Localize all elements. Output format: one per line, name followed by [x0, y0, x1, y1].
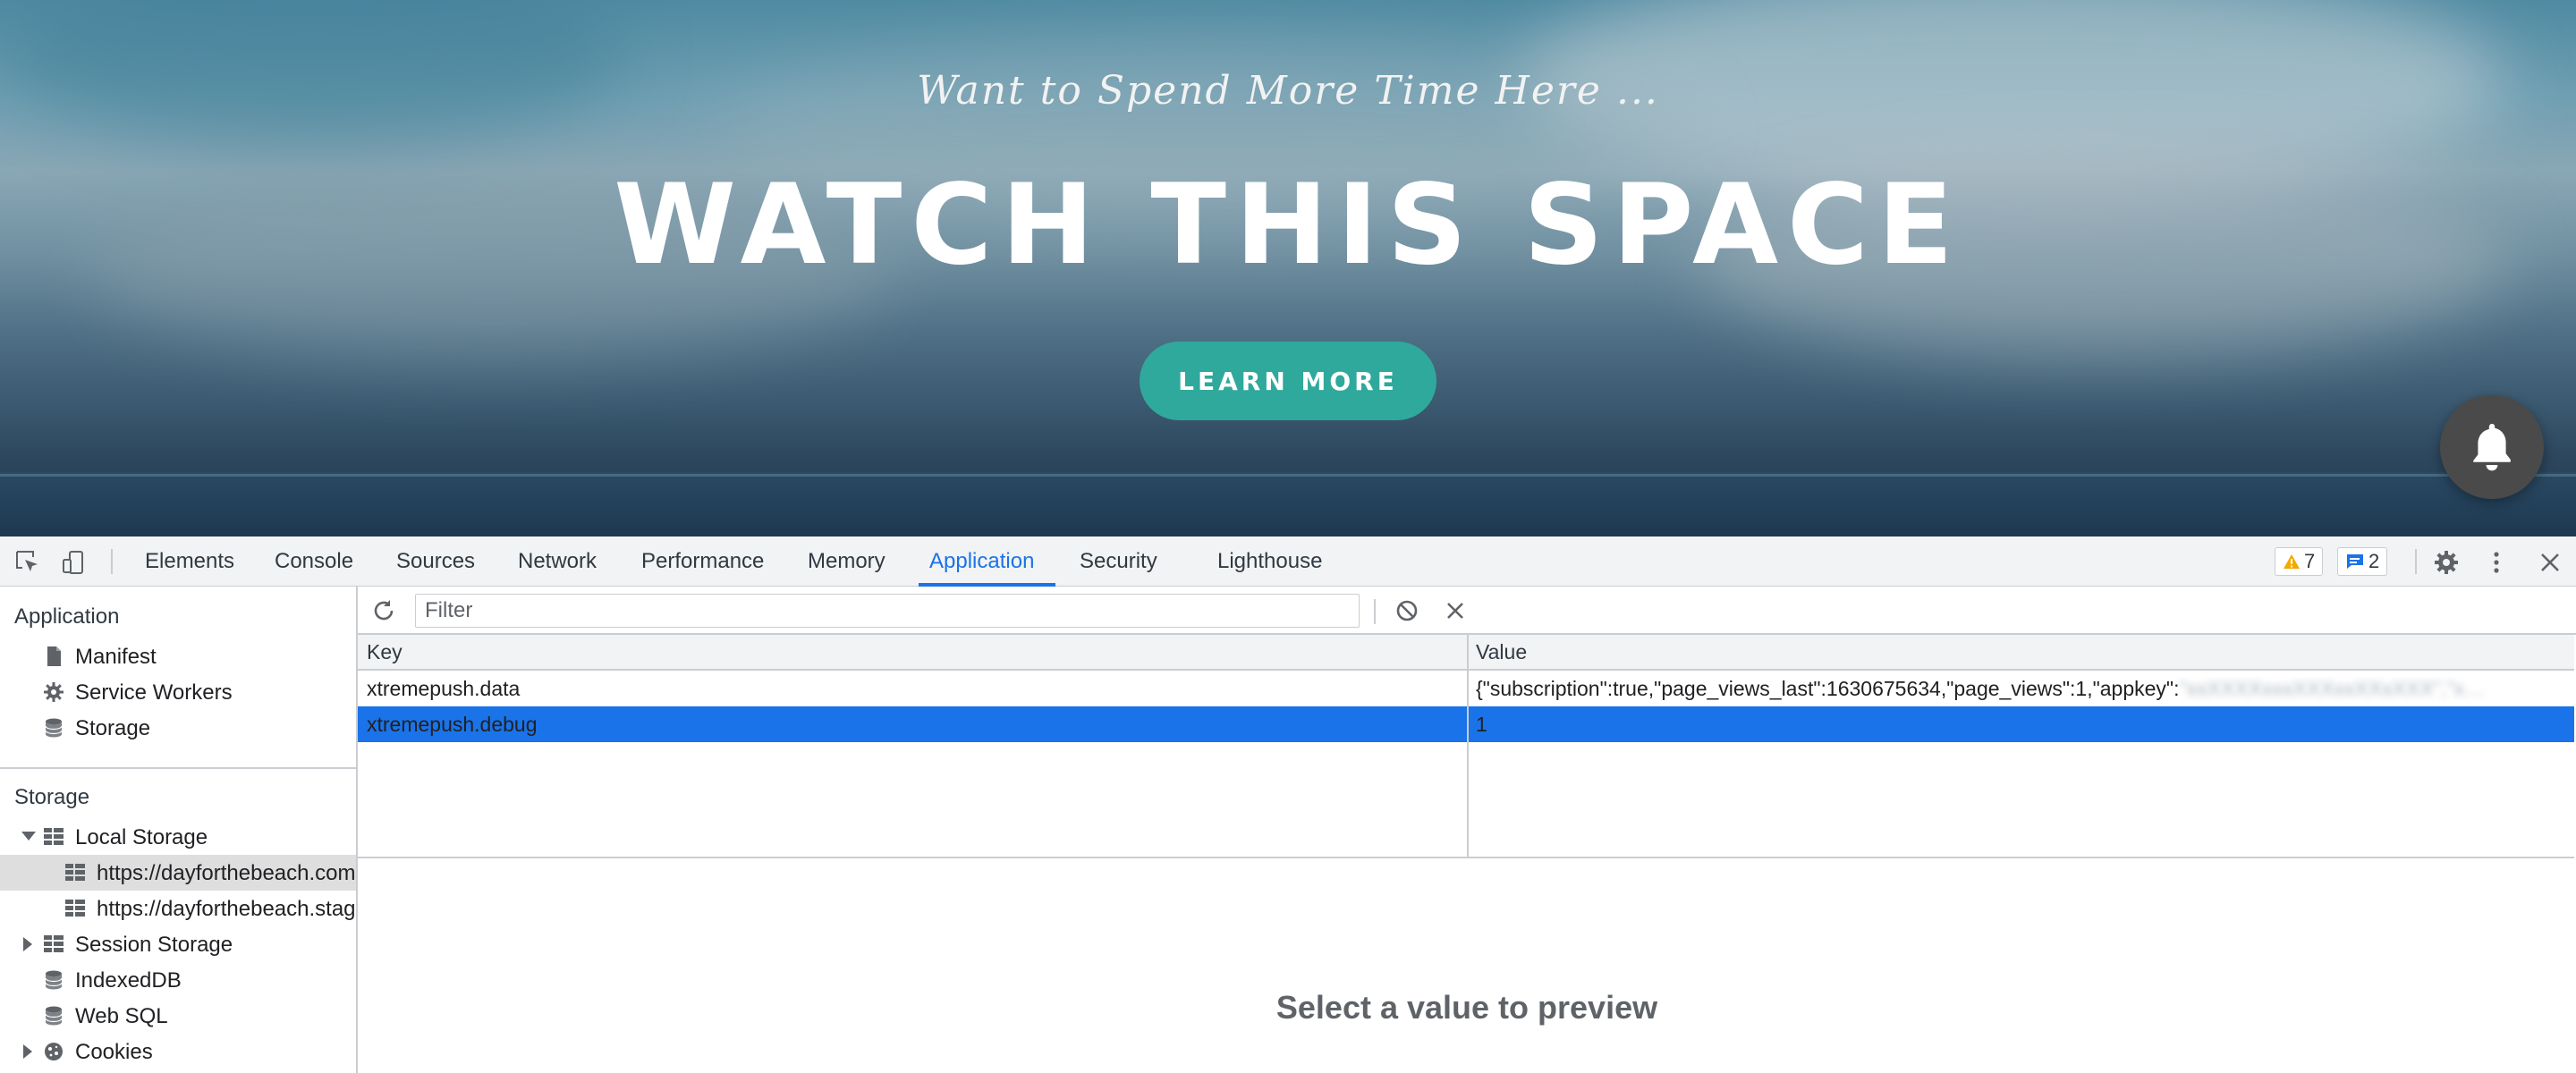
sidebar-item-web-sql[interactable]: Web SQL [0, 998, 356, 1034]
sidebar-item-label: Manifest [75, 645, 157, 669]
messages-badge[interactable]: 2 [2337, 547, 2388, 576]
sidebar-item-cookies[interactable]: Cookies [0, 1034, 356, 1069]
sidebar-item-label: Service Workers [75, 680, 233, 705]
tab-sources[interactable]: Sources [396, 536, 475, 587]
storage-toolbar [358, 587, 2576, 635]
refresh-icon [374, 600, 394, 621]
tab-security[interactable]: Security [1080, 536, 1157, 587]
table-icon [65, 900, 85, 917]
sidebar-item-label: https://dayforthebeach.com [97, 861, 356, 885]
toolbar-divider [2415, 549, 2417, 574]
sidebar-item-session-storage[interactable]: Session Storage [0, 926, 356, 962]
warning-icon [2284, 554, 2300, 569]
message-icon [2347, 554, 2363, 569]
toolbar-divider [1374, 599, 1376, 624]
collapsed-arrow-icon[interactable] [23, 1044, 32, 1059]
device-toolbar-button[interactable] [61, 549, 88, 576]
collapsed-arrow-icon[interactable] [23, 937, 32, 951]
tab-console[interactable]: Console [275, 536, 353, 587]
database-icon [45, 970, 63, 990]
device-icon [63, 551, 83, 574]
warnings-count: 7 [2304, 550, 2316, 572]
sidebar-divider [0, 767, 356, 769]
sea [0, 472, 2576, 536]
select-element-icon [16, 551, 38, 571]
tab-memory[interactable]: Memory [808, 536, 886, 587]
column-header-value[interactable]: Value [1476, 640, 1527, 664]
bell-icon [2473, 424, 2511, 471]
kebab-menu-icon [2494, 552, 2499, 573]
toolbar-divider [111, 549, 113, 574]
filter-input[interactable] [415, 594, 1360, 628]
table-icon [65, 864, 85, 881]
tab-network[interactable]: Network [518, 536, 597, 587]
refresh-button[interactable] [370, 597, 397, 624]
warnings-badge[interactable]: 7 [2275, 547, 2324, 576]
row-key: xtremepush.debug [367, 713, 538, 736]
horizon-line [0, 474, 2576, 477]
expanded-arrow-icon[interactable] [21, 832, 36, 841]
delete-selected-button[interactable] [1442, 597, 1469, 624]
storage-section-heading: Storage [14, 785, 90, 809]
settings-button[interactable] [2433, 549, 2460, 576]
notification-bell-button[interactable] [2440, 395, 2544, 499]
row-key: xtremepush.data [367, 677, 521, 700]
sidebar-item-label: Cookies [75, 1040, 153, 1064]
more-options-button[interactable] [2483, 549, 2510, 576]
table-icon [44, 828, 64, 845]
storage-view: Key Value xtremepush.data {"subscription… [358, 587, 2576, 1073]
sidebar-item-local-storage-origin[interactable]: https://dayforthebeach.staging [0, 891, 356, 926]
table-icon [44, 935, 64, 952]
redacted-value: "xxXXXXxxxXXXxxXXxXXX","x… [2179, 677, 2485, 700]
close-icon [2541, 553, 2559, 571]
tab-lighthouse[interactable]: Lighthouse [1217, 536, 1322, 587]
sidebar-item-indexeddb[interactable]: IndexedDB [0, 962, 356, 998]
tab-elements[interactable]: Elements [145, 536, 234, 587]
application-sidebar: Application Manifest Service Workers Sto… [0, 587, 358, 1073]
sidebar-item-manifest[interactable]: Manifest [0, 638, 356, 674]
hero-title: WATCH THIS SPACE [614, 161, 1962, 290]
storage-table: Key Value xtremepush.data {"subscription… [358, 635, 2574, 858]
inspect-element-button[interactable] [14, 549, 41, 576]
row-value-text: {"subscription":true,"page_views_last":1… [1476, 677, 2180, 700]
close-icon [1447, 603, 1463, 619]
sidebar-item-label: Storage [75, 716, 151, 740]
hero-subtitle: Want to Spend More Time Here ... [917, 68, 1659, 114]
tab-performance[interactable]: Performance [641, 536, 764, 587]
database-icon [45, 1006, 63, 1026]
table-row-selected[interactable]: xtremepush.debug 1 [358, 706, 2574, 742]
database-icon [45, 718, 63, 738]
sidebar-item-label: Web SQL [75, 1004, 168, 1028]
devtools-panel: Elements Console Sources Network Perform… [0, 536, 2576, 1073]
sidebar-item-local-storage[interactable]: Local Storage [0, 819, 356, 855]
close-devtools-button[interactable] [2537, 549, 2563, 576]
tab-application[interactable]: Application [918, 536, 1056, 587]
messages-count: 2 [2368, 550, 2380, 572]
sidebar-item-storage-overview[interactable]: Storage [0, 710, 356, 746]
devtools-toolbar: Elements Console Sources Network Perform… [0, 536, 2576, 587]
sidebar-item-label: https://dayforthebeach.staging [97, 897, 358, 921]
application-section-heading: Application [14, 604, 120, 629]
file-icon [47, 646, 61, 666]
gear-icon [44, 682, 64, 702]
row-value: 1 [1476, 713, 1487, 736]
preview-placeholder: Select a value to preview [1275, 989, 1658, 1026]
hero-banner: Want to Spend More Time Here ... WATCH T… [0, 0, 2576, 536]
table-row[interactable]: xtremepush.data {"subscription":true,"pa… [358, 671, 2574, 706]
sidebar-item-local-storage-origin[interactable]: https://dayforthebeach.com [0, 855, 356, 891]
block-icon [1396, 600, 1418, 621]
column-header-key[interactable]: Key [367, 640, 402, 664]
table-header: Key Value [358, 635, 2574, 671]
cookie-icon [45, 1043, 63, 1060]
gear-icon [2435, 551, 2458, 574]
sidebar-item-label: Session Storage [75, 933, 233, 957]
learn-more-button[interactable]: LEARN MORE [1140, 342, 1436, 420]
column-divider[interactable] [1467, 635, 1469, 857]
sidebar-item-service-workers[interactable]: Service Workers [0, 674, 356, 710]
sidebar-item-label: IndexedDB [75, 968, 182, 993]
clear-all-button[interactable] [1394, 597, 1420, 624]
row-value: {"subscription":true,"page_views_last":1… [1476, 677, 2567, 701]
sidebar-item-label: Local Storage [75, 825, 208, 849]
